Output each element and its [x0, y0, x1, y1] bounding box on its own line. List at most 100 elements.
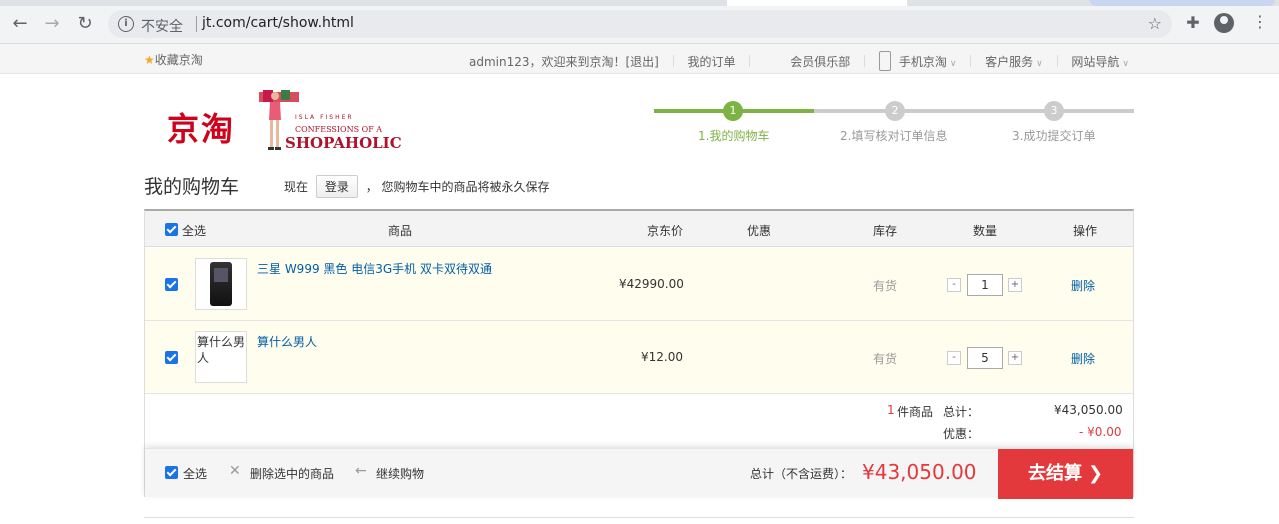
extensions-puzzle-icon[interactable]: ✚ — [1182, 12, 1204, 34]
url-text[interactable]: jt.com/cart/show.html — [202, 15, 354, 31]
table-row: 三星 W999 黑色 电信3G手机 双卡双待双通 ¥42990.00 有货 - … — [145, 248, 1133, 321]
chevron-down-icon: ∨ — [1122, 59, 1129, 69]
summary-total-value: ¥43,050.00 — [1054, 403, 1123, 417]
cart-table: 全选 商品 京东价 优惠 库存 数量 操作 三星 W999 黑色 电信3G手机 … — [144, 209, 1134, 499]
qty-decrease-button[interactable]: - — [947, 351, 961, 365]
site-nav-link[interactable]: 网站导航 — [1071, 53, 1119, 70]
step-2-marker: 2 — [885, 101, 905, 121]
step-1-label: 1.我的购物车 — [698, 129, 770, 143]
checkout-button[interactable]: 去结算 ❯ — [998, 449, 1133, 499]
tab-other[interactable] — [1090, 0, 1275, 6]
mobile-link[interactable]: 手机京淘 — [899, 53, 947, 70]
product-price: ¥42990.00 — [619, 277, 684, 291]
customer-service-link[interactable]: 客户服务 — [985, 53, 1033, 70]
favorite-star-icon: ★ — [144, 53, 155, 67]
step-2-label: 2.填写核对订单信息 — [840, 129, 948, 143]
summary-discount-label: 优惠： — [943, 427, 980, 441]
qty-decrease-button[interactable]: - — [947, 278, 961, 292]
product-name-link[interactable]: 算什么男人 — [257, 333, 317, 350]
login-button[interactable]: 登录 — [315, 175, 358, 198]
login-tip-prefix: 现在 — [284, 180, 309, 194]
header-action: 操作 — [1073, 224, 1098, 238]
header-quantity: 数量 — [973, 224, 998, 238]
chevron-down-icon: ∨ — [949, 59, 957, 69]
product-thumbnail[interactable]: 算什么男人 — [195, 331, 247, 383]
footer-select-all-label[interactable]: 全选 — [183, 465, 207, 482]
logo-line3: SHOPAHOLIC — [285, 134, 402, 152]
logo-line2: CONFESSIONS OF A — [295, 125, 383, 134]
info-icon[interactable]: i — [118, 16, 134, 32]
summary-total-label: 总计： — [943, 405, 980, 419]
bottom-divider — [144, 517, 1134, 518]
page-title: 我的购物车 — [144, 176, 240, 198]
header-price: 京东价 — [647, 224, 684, 238]
login-tip: 现在 登录 ， 您购物车中的商品将被永久保存 — [284, 175, 550, 198]
divider — [672, 55, 674, 67]
checkout-steps: 1 2 3 1.我的购物车 2.填写核对订单信息 3.成功提交订单 — [654, 100, 1134, 150]
step-line-inactive — [814, 109, 1134, 113]
qty-input[interactable]: 1 — [967, 274, 1003, 296]
site-logo[interactable]: 京淘 ISLA FISHER CONFESSIONS OF A SHOPAHOL… — [167, 90, 402, 152]
product-thumbnail[interactable] — [195, 258, 247, 310]
reload-icon[interactable]: ↻ — [73, 12, 97, 36]
footer-total-label: 总计（不含运费）： — [750, 467, 853, 481]
insecure-label: 不安全 — [141, 19, 183, 35]
header-select-all: 全选 — [182, 224, 207, 238]
mobile-phone-icon — [878, 51, 891, 71]
browser-menu-icon[interactable]: ⋮ — [1252, 12, 1268, 31]
logo-text: 京淘 — [167, 110, 236, 148]
summary-discount-value: - ¥0.00 — [1079, 425, 1122, 439]
arrow-left-icon: ← — [355, 463, 367, 479]
cart-summary: 1 件商品 总计： ¥43,050.00 优惠： - ¥0.00 — [145, 394, 1133, 448]
select-all-checkbox[interactable] — [165, 223, 178, 236]
member-club-link[interactable]: 会员俱乐部 — [790, 53, 850, 70]
table-header: 全选 商品 京东价 优惠 库存 数量 操作 — [145, 211, 1133, 247]
omnibox-separator — [196, 16, 197, 32]
favorite-label: 收藏京淘 — [154, 53, 203, 67]
topbar-links: admin123，欢迎来到京淘！[退出] 我的订单 会员俱乐部 手机京淘 ∨ 客户… — [469, 51, 1129, 71]
phone-product-image — [210, 262, 232, 306]
profile-avatar-icon[interactable] — [1214, 13, 1234, 33]
address-bar[interactable]: i 不安全 jt.com/cart/show.html ☆ — [108, 10, 1172, 38]
item-count: 1 — [887, 403, 895, 417]
favorite-link[interactable]: ★收藏京淘 — [144, 51, 203, 68]
tab-strip — [0, 0, 1279, 6]
qty-increase-button[interactable]: + — [1008, 351, 1022, 365]
delete-link[interactable]: 删除 — [1071, 277, 1095, 294]
active-tab[interactable] — [727, 0, 907, 6]
chevron-right-icon: ❯ — [1087, 463, 1104, 484]
welcome-text[interactable]: admin123，欢迎来到京淘！[退出] — [469, 53, 659, 70]
step-3-marker: 3 — [1044, 101, 1064, 121]
row-checkbox[interactable] — [165, 351, 178, 364]
divider — [970, 55, 972, 67]
broken-image-alt: 算什么男人 — [197, 335, 246, 365]
site-topbar: ★收藏京淘 admin123，欢迎来到京淘！[退出] 我的订单 会员俱乐部 手机… — [0, 44, 1279, 74]
table-row: 算什么男人 算什么男人 ¥12.00 有货 - 5 + 删除 — [145, 321, 1133, 394]
cart-footer-bar: 全选 ✕ 删除选中的商品 ← 继续购物 总计（不含运费）： ¥43,050.00… — [145, 448, 1133, 499]
item-count-unit: 件商品 — [897, 405, 934, 419]
product-price: ¥12.00 — [641, 350, 683, 364]
chevron-down-icon: ∨ — [1036, 59, 1043, 69]
delete-link[interactable]: 删除 — [1071, 350, 1095, 367]
step-3-label: 3.成功提交订单 — [1012, 129, 1096, 143]
header-discount: 优惠 — [747, 224, 772, 238]
continue-shopping-link[interactable]: 继续购物 — [376, 465, 424, 482]
my-orders-link[interactable]: 我的订单 — [688, 53, 736, 70]
header-stock: 库存 — [873, 224, 898, 238]
back-arrow-icon[interactable]: ← — [8, 12, 32, 36]
divider — [1056, 55, 1058, 67]
divider — [749, 55, 751, 67]
stock-status: 有货 — [873, 352, 898, 366]
qty-input[interactable]: 5 — [967, 347, 1003, 369]
forward-arrow-icon[interactable]: → — [40, 12, 64, 36]
login-tip-suffix: ， 您购物车中的商品将被永久保存 — [365, 180, 550, 194]
checkout-label: 去结算 — [1027, 463, 1082, 484]
qty-increase-button[interactable]: + — [1008, 278, 1022, 292]
footer-select-all-checkbox[interactable] — [165, 466, 178, 479]
bookmark-star-icon[interactable]: ☆ — [1148, 14, 1162, 33]
delete-selected-link[interactable]: 删除选中的商品 — [250, 465, 334, 482]
step-1-marker: 1 — [723, 101, 743, 121]
row-checkbox[interactable] — [165, 278, 178, 291]
close-icon: ✕ — [229, 463, 241, 479]
product-name-link[interactable]: 三星 W999 黑色 电信3G手机 双卡双待双通 — [257, 260, 492, 277]
